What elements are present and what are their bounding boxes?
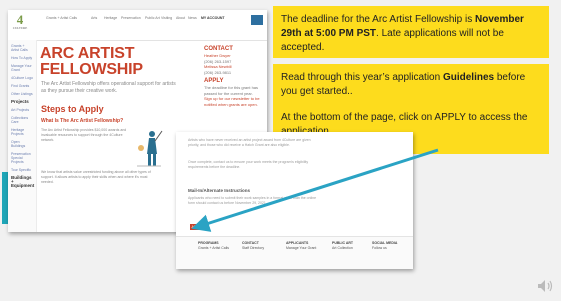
slide: 4 CULTURE Grants + Artist Calls Arts Her… xyxy=(0,0,561,301)
speaker-icon[interactable] xyxy=(537,279,555,293)
arrow-pointer xyxy=(191,148,439,232)
